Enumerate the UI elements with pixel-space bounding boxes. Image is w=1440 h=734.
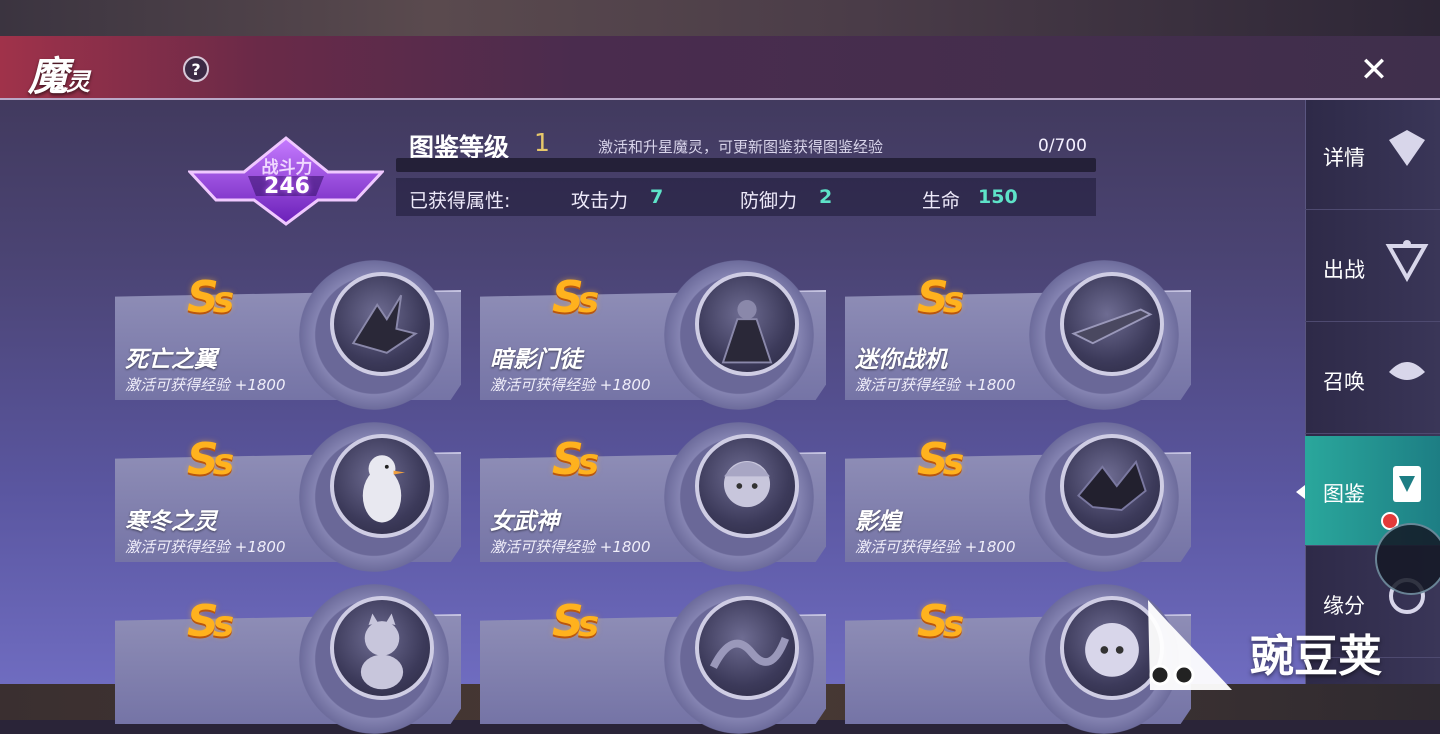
detail-crest-icon [1389, 130, 1425, 166]
spirit-card[interactable]: Ss 寒冬之灵激活可获得经验 +1800 [115, 422, 465, 572]
card-exp: 激活可获得经验 +1800 [125, 376, 286, 394]
attr-defense-name: 防御力 [740, 190, 798, 212]
card-name: 死亡之翼 [125, 347, 217, 373]
codex-progress-bar [396, 158, 1096, 172]
spirit-card[interactable]: Ss [480, 584, 830, 734]
rank-badge: Ss [917, 596, 964, 647]
card-exp: 激活可获得经验 +1800 [855, 376, 1016, 394]
codex-level-value: 1 [534, 128, 550, 157]
card-exp: 激活可获得经验 +1800 [490, 376, 651, 394]
codex-description: 激活和升星魔灵，可更新图鉴获得图鉴经验 [598, 138, 884, 156]
active-tab-pointer [1296, 485, 1305, 499]
rank-badge: Ss [552, 596, 599, 647]
attr-hp-value: 150 [978, 186, 1018, 208]
attr-defense-value: 2 [819, 186, 833, 208]
rank-badge: Ss [552, 434, 599, 485]
dragon-icon [330, 272, 434, 376]
caped-figure-icon [695, 272, 799, 376]
spirit-card[interactable]: Ss 女武神激活可获得经验 +1800 [480, 422, 830, 572]
rank-badge: Ss [917, 434, 964, 485]
sidebar-tab-label: 召唤 [1323, 370, 1365, 394]
card-name: 寒冬之灵 [125, 509, 217, 535]
title-bar [0, 36, 1440, 100]
attr-hp-name: 生命 [922, 190, 961, 212]
card-exp: 激活可获得经验 +1800 [490, 538, 651, 556]
title-small: 灵 [66, 67, 90, 96]
card-name: 暗影门徒 [490, 347, 582, 373]
rank-badge: Ss [187, 434, 234, 485]
sidebar-tab-battle-crest[interactable]: 出战 [1305, 212, 1440, 322]
battle-crest-icon [1385, 240, 1429, 282]
serpent-dragon-icon [695, 596, 799, 700]
fighter-jet-icon [1060, 272, 1164, 376]
sidebar-tab-summon-crest[interactable]: 召唤 [1305, 324, 1440, 434]
sidebar-tab-label: 图鉴 [1323, 482, 1365, 506]
title-main: 魔 [28, 53, 68, 100]
card-name: 影煌 [855, 509, 901, 535]
help-button[interactable]: ? [183, 56, 209, 82]
rank-badge: Ss [187, 272, 234, 323]
sidebar-tab-label: 详情 [1323, 146, 1365, 170]
close-button[interactable]: ✕ [1354, 50, 1394, 90]
penguin-icon [330, 434, 434, 538]
floating-assist-button[interactable] [1375, 523, 1440, 595]
attr-label: 已获得属性: [409, 190, 511, 212]
attr-attack-value: 7 [650, 186, 664, 208]
card-name: 女武神 [490, 509, 559, 535]
spirit-card[interactable]: Ss 死亡之翼激活可获得经验 +1800 [115, 260, 465, 410]
valkyrie-icon [695, 434, 799, 538]
sidebar-tab-label: 出战 [1323, 258, 1365, 282]
card-name: 迷你战机 [855, 347, 947, 373]
codex-progress-text: 0/700 [1038, 136, 1087, 156]
summon-crest-icon [1389, 362, 1425, 380]
rank-badge: Ss [552, 272, 599, 323]
attr-attack-name: 攻击力 [571, 190, 629, 212]
power-value: 246 [264, 174, 310, 199]
spirit-card[interactable]: Ss 迷你战机激活可获得经验 +1800 [845, 260, 1195, 410]
background-top [0, 0, 1440, 36]
sidebar-tab-label: 缘分 [1323, 594, 1365, 618]
spirit-card[interactable]: Ss 影煌激活可获得经验 +1800 [845, 422, 1195, 572]
wandoujia-logo-icon [1148, 600, 1232, 690]
rank-badge: Ss [187, 596, 234, 647]
card-exp: 激活可获得经验 +1800 [125, 538, 286, 556]
shadow-dragon-icon [1060, 434, 1164, 538]
watermark-text: 豌豆荚 [1250, 631, 1382, 682]
codex-book-icon [1393, 466, 1421, 502]
sidebar-tab-detail-crest[interactable]: 详情 [1305, 100, 1440, 210]
rank-badge: Ss [917, 272, 964, 323]
spirit-card[interactable]: Ss [115, 584, 465, 734]
lucky-cat-icon [330, 596, 434, 700]
page-title: 魔灵 [28, 44, 90, 102]
spirit-card[interactable]: Ss 暗影门徒激活可获得经验 +1800 [480, 260, 830, 410]
card-exp: 激活可获得经验 +1800 [855, 538, 1016, 556]
